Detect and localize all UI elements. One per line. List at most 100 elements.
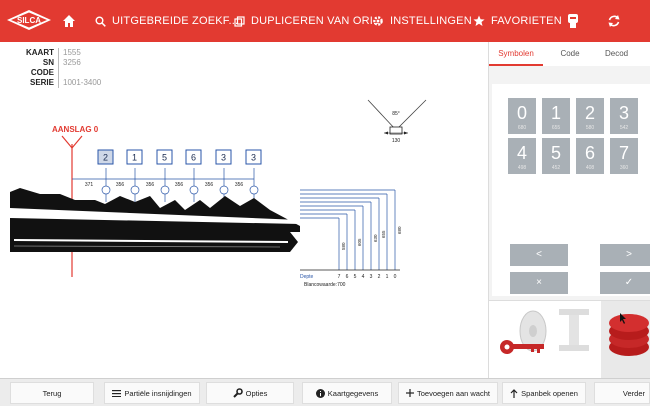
depth-number: 6 (346, 274, 349, 280)
depth-value: 680 (397, 226, 402, 234)
stop-label: AANSLAG 0 (52, 125, 99, 134)
nav-advanced-search-label: UITGEBREIDE ZOEKF... (112, 15, 239, 27)
nav-advanced-search[interactable]: UITGEBREIDE ZOEKF... (95, 0, 238, 42)
search-icon (95, 16, 106, 27)
digit-sub: 408 (585, 165, 595, 171)
nav-settings[interactable]: INSTELLINGEN (372, 0, 472, 42)
depth-value: 630 (373, 234, 378, 242)
angle-label: 85° (392, 111, 400, 117)
open-clamp-button[interactable]: Spanbek openen (502, 382, 586, 404)
options-button[interactable]: Opties (206, 382, 294, 404)
wrench-icon (232, 388, 243, 398)
digit-label: 6 (584, 143, 595, 163)
spacing-label: 356 (235, 182, 244, 188)
previous-button[interactable]: < (510, 244, 568, 266)
key-drawing: AANSLAG 0 85° 130 2 1 5 6 3 3 371 356 35… (10, 99, 427, 288)
digit-sub: 580 (585, 125, 595, 131)
depth-number: 3 (370, 274, 373, 280)
digit-button-6[interactable]: 6 408 (576, 138, 604, 174)
next-step-label: Verder (622, 388, 645, 398)
next-button[interactable]: > (600, 244, 650, 266)
sync-icon[interactable] (607, 0, 621, 42)
depth-number: 2 (378, 274, 381, 280)
key-machine-icon[interactable] (567, 0, 579, 42)
digit-button-4[interactable]: 4 498 (508, 138, 536, 174)
digit-button-5[interactable]: 5 452 (542, 138, 570, 174)
angle-width: 130 (392, 138, 401, 144)
key-blade-top (10, 188, 300, 232)
card-data-button[interactable]: Kaartgegevens (302, 382, 392, 404)
machine-preview-image[interactable] (489, 301, 650, 379)
plus-icon (406, 389, 414, 397)
list-icon (112, 389, 122, 397)
back-button[interactable]: Terug (10, 382, 94, 404)
silca-logo[interactable]: SILCA (6, 9, 52, 36)
next-step-button[interactable]: Verder (594, 382, 650, 404)
digit-button-2[interactable]: 2 580 (576, 98, 604, 134)
digit-sub: 655 (551, 125, 561, 131)
nav-duplicate-label: DUPLICEREN VAN ORI... (251, 15, 383, 27)
nav-duplicate[interactable]: DUPLICEREN VAN ORI... (234, 0, 383, 42)
tab-symbols[interactable]: Symbolen (489, 42, 543, 66)
tab-code[interactable]: Code (543, 42, 597, 66)
cut-boxes: 2 1 5 6 3 3 (97, 149, 262, 165)
depth-label: Depte (300, 274, 314, 280)
digit-label: 1 (550, 103, 561, 123)
nav-favorites-label: FAVORIETEN (491, 15, 562, 27)
duplicate-icon (234, 15, 245, 27)
options-label: Opties (245, 388, 268, 398)
depth-numbers: 7 6 5 4 3 2 1 0 (338, 274, 397, 280)
digit-sub: 360 (619, 165, 629, 171)
back-button-label: Terug (42, 388, 62, 398)
machine-thumbnails (489, 300, 650, 379)
digit-label: 3 (618, 103, 629, 123)
confirm-button[interactable]: ✓ (600, 272, 650, 294)
digit-sub: 680 (517, 125, 527, 131)
top-bar: SILCA UITGEBREIDE ZOEKF... DUPLICEREN VA… (0, 0, 650, 42)
spacing-label: 356 (175, 182, 184, 188)
depth-number: 7 (338, 274, 341, 280)
spacing-label: 356 (146, 182, 155, 188)
cut-value-6: 3 (251, 153, 256, 163)
spacing-label: 371 (85, 182, 94, 188)
add-to-queue-label: Toevoegen aan wacht (417, 388, 490, 398)
depth-number: 4 (362, 274, 365, 280)
digit-button-1[interactable]: 1 655 (542, 98, 570, 134)
key-blade-bottom (10, 232, 298, 252)
partial-cuts-button[interactable]: Partiële insnijdingen (104, 382, 200, 404)
card-data-label: Kaartgegevens (327, 388, 379, 398)
cut-value-1: 2 (103, 153, 108, 163)
bottom-toolbar: Terug Partiële insnijdingen Opties Kaart… (0, 378, 650, 406)
digit-label: 5 (550, 143, 561, 163)
depth-value: 605 (357, 238, 362, 246)
digit-button-3[interactable]: 3 542 (610, 98, 638, 134)
depth-number: 5 (354, 274, 357, 280)
digit-label: 0 (516, 103, 527, 123)
input-panel: Symbolen Code Decod 0 680 1 655 2 580 3 542 … (488, 42, 650, 379)
depth-values-group: 580 605 630 655 680 (341, 226, 402, 250)
info-icon (315, 388, 325, 398)
key-diagram-area: KAART 1555 SN 3256 CODE SERIE 1001-3400 AAN… (0, 42, 488, 378)
depth-value: 580 (341, 242, 346, 250)
spacing-label: 356 (205, 182, 214, 188)
digit-button-7[interactable]: 7 360 (610, 138, 638, 174)
digit-sub: 452 (551, 165, 561, 171)
cut-value-3: 5 (162, 153, 167, 163)
nav-settings-label: INSTELLINGEN (390, 15, 472, 27)
tab-decode[interactable]: Decod (597, 42, 650, 66)
digit-button-0[interactable]: 0 680 (508, 98, 536, 134)
panel-tabs: Symbolen Code Decod (489, 42, 650, 66)
nav-favorites[interactable]: FAVORIETEN (473, 0, 562, 42)
cut-value-2: 1 (132, 153, 137, 163)
depth-number: 1 (386, 274, 389, 280)
digit-label: 7 (618, 143, 629, 163)
depth-value: 655 (381, 230, 386, 238)
clear-button[interactable]: × (510, 272, 568, 294)
add-to-queue-button[interactable]: Toevoegen aan wacht (398, 382, 498, 404)
keypad: 0 680 1 655 2 580 3 542 4 498 5 452 6 408 7 360 … (492, 84, 650, 296)
digit-sub: 498 (517, 165, 527, 171)
digit-label: 2 (584, 103, 595, 123)
home-icon[interactable] (62, 12, 80, 30)
star-icon (473, 15, 485, 27)
digit-label: 4 (516, 143, 527, 163)
